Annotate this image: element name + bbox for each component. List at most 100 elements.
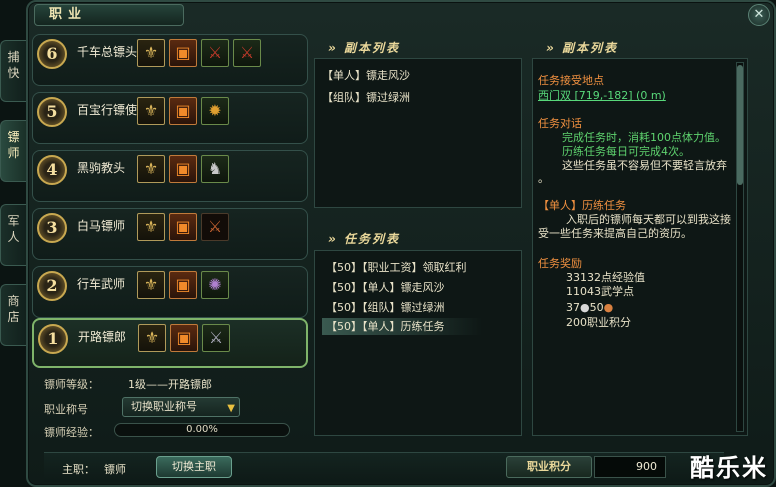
task-item-label: 【50】【单人】历练任务	[326, 320, 445, 333]
window-title: 职业	[34, 4, 184, 26]
class-row-5[interactable]: 5 百宝行镖使 ⚜ ▣ ✹	[32, 92, 308, 144]
rank-badge: 1	[38, 324, 68, 354]
rank-badge: 4	[37, 155, 67, 185]
task-item-label: 【50】【职业工资】领取红利	[326, 261, 467, 274]
class-name: 黑驹教头	[77, 161, 126, 175]
level-value: 1级——开路镖郎	[128, 378, 212, 391]
armor-icon[interactable]: ⚜	[137, 213, 165, 241]
weapon-icon[interactable]: ⚔	[233, 39, 261, 67]
rank-badge: 5	[37, 97, 67, 127]
class-row-1[interactable]: 1 开路镖郎 ⚜ ▣ ⚔	[32, 318, 308, 368]
task-desc-2: 受一些任务来提高自己的资历。	[538, 227, 692, 238]
money-amount-a: 37	[566, 301, 580, 314]
class-row-6[interactable]: 6 千车总镖头 ⚜ ▣ ⚔ ⚔	[32, 34, 308, 86]
career-points-value: 900	[594, 456, 666, 478]
task-list-panel	[314, 250, 522, 436]
task-name: 【单人】历练任务	[538, 199, 626, 212]
chest-icon[interactable]: ▣	[169, 155, 197, 183]
chest-icon[interactable]: ▣	[169, 213, 197, 241]
career-points-label: 职业积分	[506, 456, 592, 478]
rank-badge: 2	[37, 271, 67, 301]
dialog-line-1: 完成任务时，消耗100点体力值。	[562, 131, 726, 144]
side-tab-biaoshi[interactable]: 镖师	[0, 120, 26, 182]
mount-icon[interactable]: ♞	[201, 155, 229, 183]
weapon-icon[interactable]: ⚔	[201, 39, 229, 67]
reward-points: 200职业积分	[566, 316, 631, 329]
class-name: 行车武师	[77, 277, 126, 291]
level-label: 镖师等级：	[44, 378, 99, 391]
class-row-2[interactable]: 2 行车武师 ⚜ ▣ ✺	[32, 266, 308, 318]
dialog-label: 任务对话	[538, 117, 582, 130]
main-job-label: 主职：	[62, 463, 95, 476]
task-item[interactable]: 【50】【组队】镖过绿洲	[326, 299, 445, 315]
side-tab-junren[interactable]: 军人	[0, 204, 26, 266]
dungeon-item[interactable]: 【单人】镖走风沙	[322, 67, 410, 83]
task-item-selected[interactable]: 【50】【单人】历练任务	[322, 318, 482, 335]
task-desc-clip: 受一些任务来提高自己的资历。	[538, 226, 734, 238]
class-row-4[interactable]: 4 黑驹教头 ⚜ ▣ ♞	[32, 150, 308, 202]
beast-icon[interactable]: ✹	[201, 97, 229, 125]
side-tab-label: 镖师	[7, 130, 20, 160]
armor-icon[interactable]: ⚜	[137, 271, 165, 299]
title-dropdown[interactable]: 切换职业称号 ▼	[122, 397, 240, 417]
main-job-value: 镖师	[104, 463, 126, 476]
chest-icon[interactable]: ▣	[169, 39, 197, 67]
dialog-line-3: 这些任务虽不容易但不要轻言放弃	[562, 159, 727, 172]
detail-scrollbar[interactable]	[736, 62, 744, 432]
side-tab-label: 军人	[7, 214, 20, 244]
weapon-icon[interactable]: ⚔	[201, 213, 229, 241]
dungeon-item[interactable]: 【组队】镖过绿洲	[322, 89, 410, 105]
scroll-thumb[interactable]	[737, 65, 743, 185]
watermark-logo: 酷乐米	[690, 454, 768, 482]
money-amount-b: 50	[589, 301, 604, 314]
title-label: 职业称号	[44, 403, 88, 416]
class-name: 白马镖师	[77, 219, 126, 233]
reward-wuxue: 11043武学点	[566, 285, 634, 298]
side-tab-bukuai[interactable]: 捕快	[0, 40, 26, 102]
reward-money: 37●50●	[566, 300, 613, 315]
chevron-down-icon: ▼	[227, 403, 235, 414]
rank-badge: 3	[37, 213, 67, 243]
dungeon-item-label: 【单人】镖走风沙	[322, 69, 410, 82]
accept-place-label: 任务接受地点	[538, 74, 604, 87]
chest-icon[interactable]: ▣	[170, 324, 198, 352]
dialog-line-4: 。	[538, 172, 549, 185]
armor-icon[interactable]: ⚜	[138, 324, 166, 352]
switch-main-job-button[interactable]: 切换主职	[156, 456, 232, 478]
dialog-line-2: 历练任务每日可完成4次。	[562, 145, 690, 158]
exp-progress-bar: 0.00%	[114, 423, 290, 437]
task-desc-1: 入职后的镖师每天都可以到我这接	[566, 213, 731, 226]
orb-icon[interactable]: ✺	[201, 271, 229, 299]
side-tab-shangdian[interactable]: 商店	[0, 284, 26, 346]
dungeon-item-label: 【组队】镖过绿洲	[322, 91, 410, 104]
chest-icon[interactable]: ▣	[169, 271, 197, 299]
title-dropdown-value: 切换职业称号	[131, 400, 197, 413]
chest-icon[interactable]: ▣	[169, 97, 197, 125]
armor-icon[interactable]: ⚜	[137, 97, 165, 125]
dungeon-list-title: » 副本列表	[328, 41, 400, 55]
task-item-label: 【50】【单人】镖走风沙	[326, 281, 445, 294]
reward-exp: 33132点经验值	[566, 271, 645, 284]
task-list-title: » 任务列表	[328, 232, 400, 246]
armor-icon[interactable]: ⚜	[137, 155, 165, 183]
accept-place-link[interactable]: 西门双 [719,-182] (0 m)	[538, 88, 666, 103]
class-row-3[interactable]: 3 白马镖师 ⚜ ▣ ⚔	[32, 208, 308, 260]
task-item-label: 【50】【组队】镖过绿洲	[326, 301, 445, 314]
class-name: 千车总镖头	[77, 45, 138, 59]
side-tab-label: 捕快	[7, 50, 20, 80]
close-icon[interactable]: ✕	[748, 4, 770, 26]
reward-label: 任务奖励	[538, 257, 582, 270]
class-name: 百宝行镖使	[77, 103, 138, 117]
rank-badge: 6	[37, 39, 67, 69]
silver-coin-icon: ●	[580, 301, 590, 314]
detail-title: » 副本列表	[546, 41, 618, 55]
task-item[interactable]: 【50】【职业工资】领取红利	[326, 259, 467, 275]
exp-label: 镖师经验：	[44, 426, 99, 439]
side-tab-label: 商店	[7, 294, 20, 324]
weapon-icon[interactable]: ⚔	[202, 324, 230, 352]
class-name: 开路镖郎	[78, 330, 127, 344]
copper-coin-icon: ●	[603, 301, 614, 314]
armor-icon[interactable]: ⚜	[137, 39, 165, 67]
task-item[interactable]: 【50】【单人】镖走风沙	[326, 279, 445, 295]
detail-panel	[532, 58, 748, 436]
